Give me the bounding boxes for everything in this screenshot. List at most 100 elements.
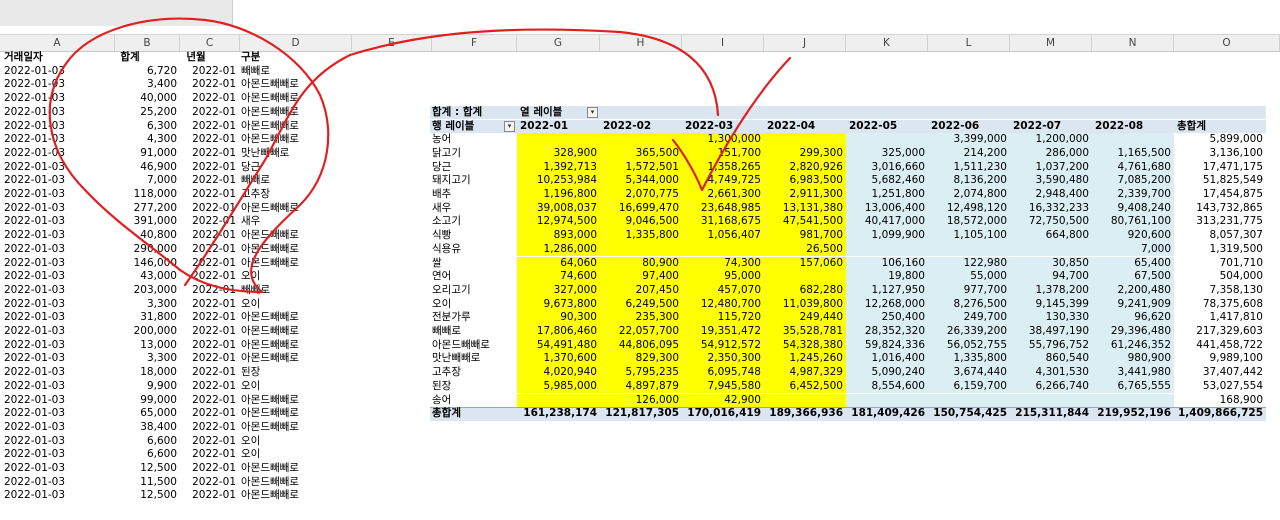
pivot-value-cell[interactable]: 10,253,984 [517,174,600,188]
pivot-value-cell[interactable]: 6,159,700 [928,379,1010,394]
source-cell[interactable]: 2022-01-03 [4,78,112,92]
source-cell[interactable]: 2022-01-03 [4,476,112,490]
pivot-month-header[interactable]: 2022-01 [520,120,596,134]
pivot-value-cell[interactable]: 5,682,460 [846,174,928,188]
pivot-value-cell[interactable]: 286,000 [1010,146,1092,161]
pivot-grand-total-cell[interactable]: 215,311,844 [1010,407,1092,421]
pivot-row-name[interactable]: 농어 [432,133,517,147]
pivot-value-cell[interactable]: 4,897,879 [600,379,682,394]
pivot-row-total[interactable]: 17,471,175 [1174,161,1266,175]
pivot-row-total[interactable]: 17,454,875 [1174,188,1266,202]
pivot-value-cell[interactable]: 8,554,600 [846,379,928,394]
pivot-value-cell[interactable] [846,242,928,257]
pivot-value-cell[interactable]: 1,251,800 [846,188,928,202]
pivot-value-cell[interactable]: 122,980 [928,256,1010,271]
source-cell[interactable]: 2022-01-03 [4,92,112,106]
pivot-value-cell[interactable] [846,133,928,147]
source-cell[interactable]: 2022-01-03 [4,448,112,462]
pivot-row-name[interactable]: 돼지고기 [432,174,517,188]
column-header-j[interactable]: J [764,35,846,51]
pivot-row-total[interactable]: 313,231,775 [1174,215,1266,229]
pivot-row-total[interactable]: 37,407,442 [1174,366,1266,380]
pivot-value-cell[interactable]: 2,339,700 [1092,188,1174,202]
pivot-value-cell[interactable]: 9,145,399 [1010,297,1092,312]
pivot-value-cell[interactable]: 9,673,800 [517,297,600,312]
pivot-value-cell[interactable]: 1,037,200 [1010,160,1092,175]
source-cell[interactable]: 아몬드빼빼로 [241,462,341,476]
pivot-value-cell[interactable]: 8,276,500 [928,297,1010,312]
pivot-value-cell[interactable]: 977,700 [928,283,1010,298]
pivot-value-cell[interactable]: 1,511,230 [928,160,1010,175]
pivot-grand-total-cell[interactable]: 161,238,174 [517,407,600,421]
pivot-row-total[interactable]: 7,358,130 [1174,284,1266,298]
pivot-value-cell[interactable]: 13,131,380 [764,201,846,216]
source-header-cell[interactable]: 합계 [110,51,150,65]
pivot-row-name[interactable]: 새우 [432,202,517,216]
pivot-value-cell[interactable]: 42,900 [682,393,764,408]
pivot-value-cell[interactable]: 299,300 [764,146,846,161]
pivot-value-cell[interactable]: 80,900 [600,256,682,271]
pivot-value-cell[interactable]: 1,165,500 [1092,146,1174,161]
source-cell[interactable]: 3,400 [117,78,177,92]
pivot-row-name[interactable]: 오이 [432,298,517,312]
pivot-grand-total-cell[interactable]: 121,817,305 [600,407,682,421]
pivot-value-cell[interactable] [1010,393,1092,408]
pivot-value-cell[interactable]: 682,280 [764,283,846,298]
pivot-value-cell[interactable] [928,242,1010,257]
pivot-value-cell[interactable]: 3,441,980 [1092,366,1174,380]
source-header-cell[interactable]: 거래일자 [4,51,112,65]
pivot-value-cell[interactable] [600,133,682,147]
source-cell[interactable]: 아몬드빼빼로 [241,92,341,106]
pivot-value-cell[interactable]: 94,700 [1010,270,1092,284]
source-cell[interactable]: 아몬드빼빼로 [241,489,341,503]
pivot-value-cell[interactable]: 56,052,755 [928,338,1010,353]
pivot-value-cell[interactable]: 23,648,985 [682,201,764,216]
pivot-value-cell[interactable]: 1,286,000 [517,242,600,257]
pivot-row-total[interactable]: 51,825,549 [1174,174,1266,188]
pivot-value-cell[interactable]: 4,020,940 [517,366,600,380]
pivot-value-cell[interactable]: 1,016,400 [846,352,928,367]
pivot-value-cell[interactable]: 80,761,100 [1092,215,1174,230]
pivot-value-cell[interactable]: 1,196,800 [517,188,600,202]
source-cell[interactable]: 11,500 [117,476,177,490]
source-cell[interactable]: 아몬드빼빼로 [241,421,341,435]
pivot-value-cell[interactable]: 3,674,440 [928,366,1010,380]
pivot-value-cell[interactable]: 59,824,336 [846,338,928,353]
pivot-value-cell[interactable]: 2,350,300 [682,352,764,367]
pivot-row-name[interactable]: 닭고기 [432,147,517,161]
pivot-value-cell[interactable] [846,393,928,408]
pivot-value-cell[interactable]: 893,000 [517,229,600,243]
pivot-value-cell[interactable]: 18,572,000 [928,215,1010,230]
source-cell[interactable]: 오이 [241,448,341,462]
column-filter-dropdown-icon[interactable]: ▾ [587,106,598,118]
source-cell[interactable]: 빼빼로 [241,65,341,79]
source-cell[interactable]: 2022-01 [184,78,236,92]
pivot-value-cell[interactable]: 65,400 [1092,256,1174,271]
pivot-row-name[interactable]: 식빵 [432,229,517,243]
pivot-value-cell[interactable]: 9,046,500 [600,215,682,230]
pivot-row-name[interactable]: 송어 [432,394,517,408]
column-header-h[interactable]: H [600,35,682,51]
pivot-value-cell[interactable]: 6,983,500 [764,174,846,188]
pivot-value-cell[interactable]: 1,335,800 [928,352,1010,367]
pivot-value-cell[interactable] [928,393,1010,408]
pivot-grand-total-cell[interactable]: 189,366,936 [764,407,846,421]
pivot-value-cell[interactable]: 39,008,037 [517,201,600,216]
pivot-value-cell[interactable]: 2,948,400 [1010,188,1092,202]
pivot-value-cell[interactable]: 2,070,775 [600,188,682,202]
pivot-value-cell[interactable]: 5,985,000 [517,379,600,394]
column-header-k[interactable]: K [846,35,928,51]
source-cell[interactable]: 38,400 [117,421,177,435]
pivot-value-cell[interactable]: 2,200,480 [1092,283,1174,298]
pivot-value-cell[interactable]: 214,200 [928,146,1010,161]
pivot-row-total[interactable]: 1,319,500 [1174,243,1266,257]
pivot-value-cell[interactable]: 12,498,120 [928,201,1010,216]
source-header-cell[interactable]: 년월 [178,51,214,65]
source-header-cell[interactable]: 구분 [241,51,341,65]
pivot-value-cell[interactable]: 664,800 [1010,229,1092,243]
source-cell[interactable]: 2022-01-03 [4,435,112,449]
pivot-row-total[interactable]: 1,417,810 [1174,311,1266,325]
source-cell[interactable]: 12,500 [117,489,177,503]
pivot-row-total[interactable]: 5,899,000 [1174,133,1266,147]
pivot-value-cell[interactable]: 67,500 [1092,270,1174,284]
